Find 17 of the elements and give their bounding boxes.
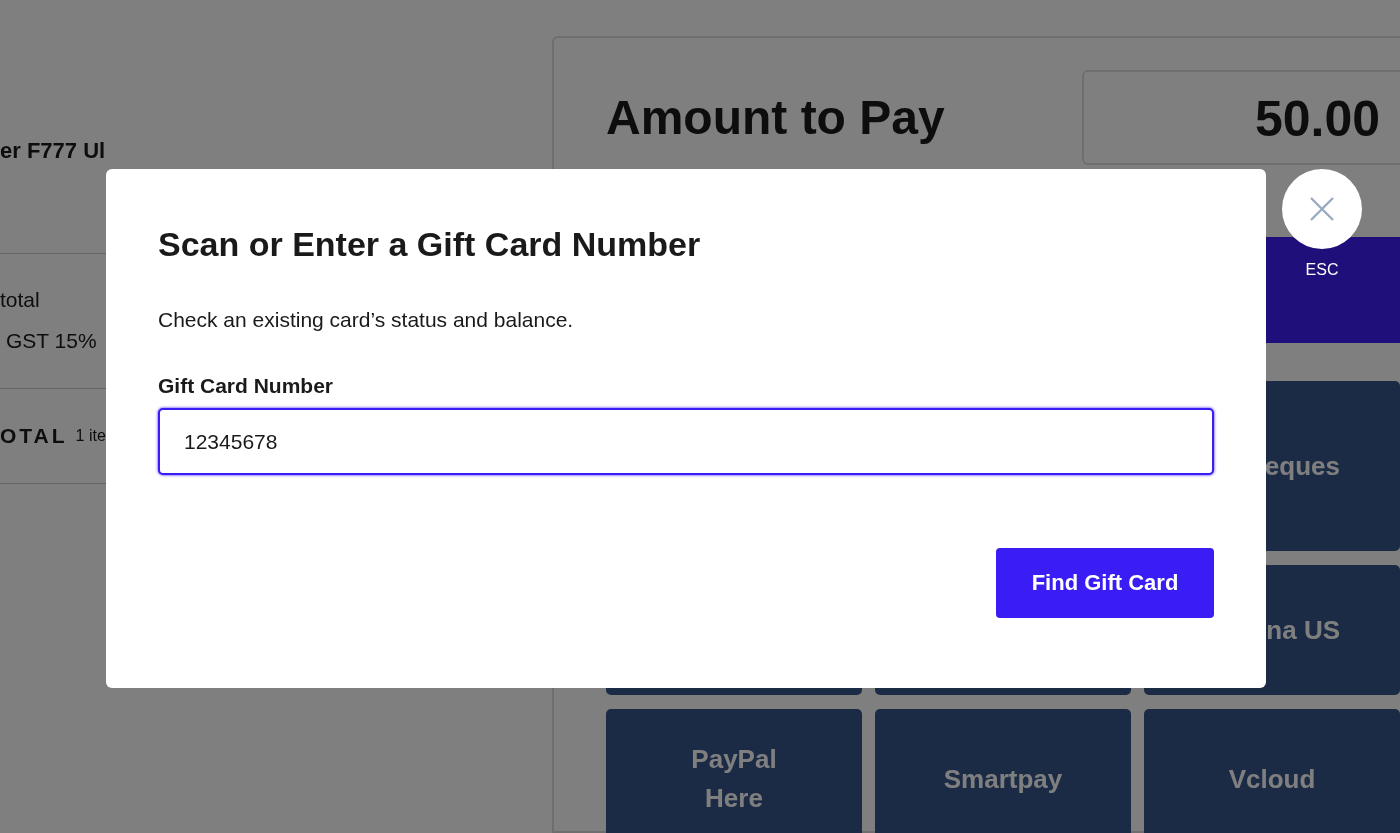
- summary-label: GST 15%: [5, 329, 97, 354]
- dialog-title: Scan or Enter a Gift Card Number: [158, 225, 701, 264]
- payment-method-button[interactable]: Vcloud: [1144, 709, 1400, 833]
- field-label: Gift Card Number: [158, 374, 333, 398]
- item-name: er F777 Ul: [0, 138, 106, 164]
- close-shortcut-hint: ESC: [1305, 261, 1339, 279]
- find-gift-card-button[interactable]: Find Gift Card: [996, 548, 1214, 618]
- payment-method-button[interactable]: Smartpay: [875, 709, 1131, 833]
- close-icon: [1309, 196, 1335, 222]
- gift-card-number-field[interactable]: 12345678: [158, 408, 1214, 475]
- dialog-description: Check an existing card’s status and balance.: [158, 308, 574, 332]
- amount-title: Amount to Pay: [606, 90, 945, 145]
- payment-method-button[interactable]: PayPal Here: [606, 709, 862, 833]
- total-label: OTAL: [0, 424, 68, 448]
- item-count: 1 ite: [75, 427, 106, 445]
- amount-field[interactable]: 50.00: [1082, 70, 1400, 165]
- summary-label: total: [0, 288, 40, 313]
